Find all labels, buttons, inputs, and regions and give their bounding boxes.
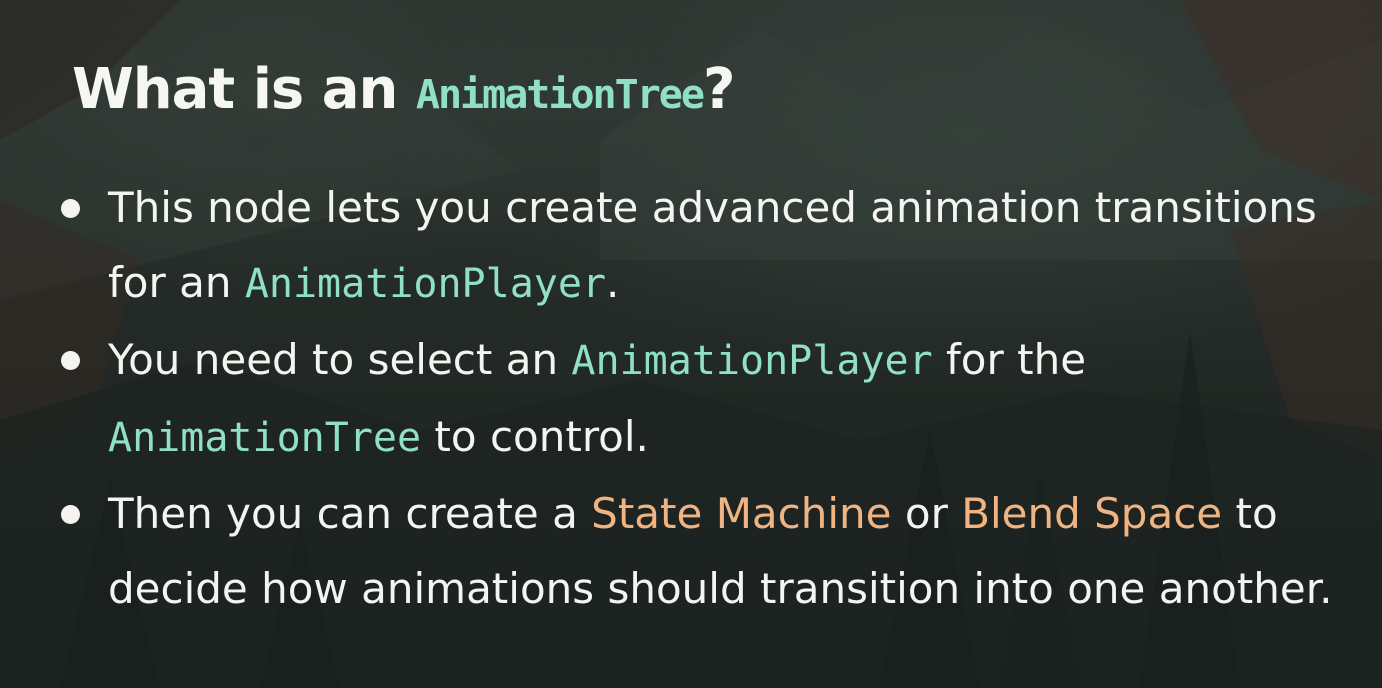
bullet-item: This node lets you create advanced anima… [58,170,1358,322]
highlight-term: State Machine [591,489,892,538]
bullet-text: . [606,258,620,307]
bullet-text: Then you can create a [108,489,592,538]
title-code-term: AnimationTree [415,72,705,118]
slide: What is an AnimationTree? This node lets… [0,0,1382,688]
bullet-text: or [891,489,962,538]
bullet-dot-icon [61,351,80,370]
slide-title: What is an AnimationTree? [72,52,736,133]
bullet-list: This node lets you create advanced anima… [58,170,1358,626]
title-suffix: ? [702,57,736,122]
bullet-text: to control. [421,412,649,461]
bullet-item: Then you can create a State Machine or B… [58,476,1358,626]
bullet-dot-icon [61,199,80,218]
title-prefix: What is an [72,57,416,122]
slide-content: What is an AnimationTree? This node lets… [0,0,1382,688]
code-term: AnimationPlayer [244,261,607,307]
code-term: AnimationPlayer [571,338,933,384]
bullet-item: You need to select an AnimationPlayer fo… [58,322,1358,476]
highlight-term: Blend Space [961,489,1223,538]
code-term: AnimationTree [108,415,422,461]
bullet-dot-icon [61,505,80,524]
bullet-text: You need to select an [108,335,572,384]
bullet-text: for the [932,335,1087,384]
